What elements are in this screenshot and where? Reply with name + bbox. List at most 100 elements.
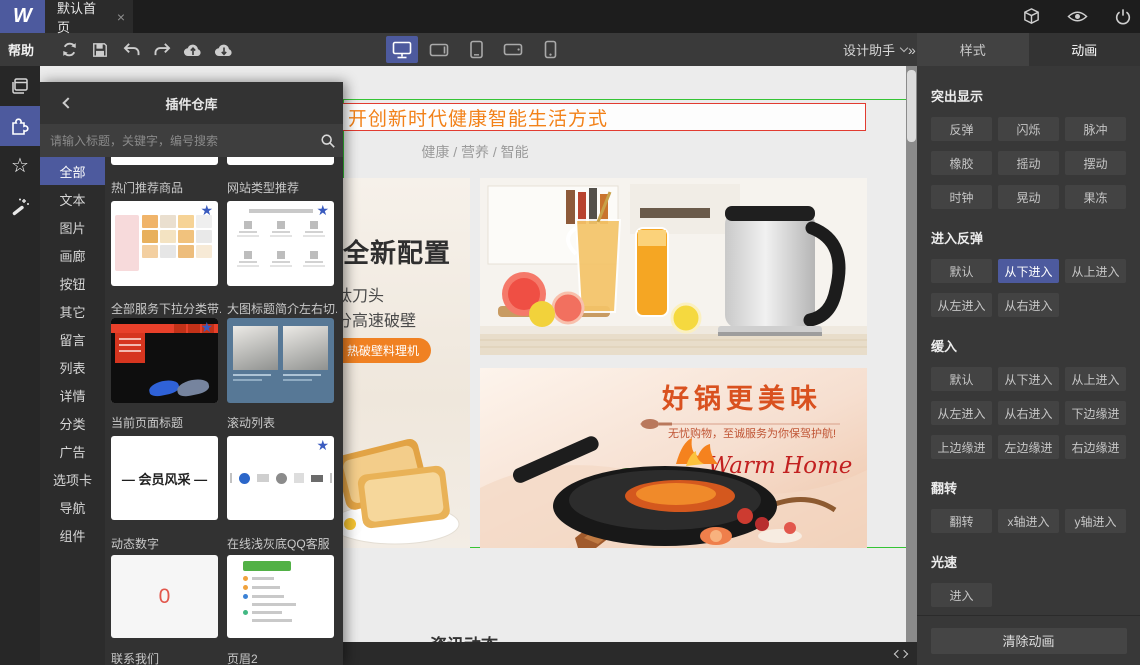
- sidebar-item-pages[interactable]: [0, 66, 40, 106]
- anim-button[interactable]: 脉冲: [1065, 117, 1126, 141]
- app-logo[interactable]: W: [0, 0, 45, 33]
- plugin-card-scroll-list[interactable]: ★: [227, 436, 334, 520]
- plugin-panel-header: 插件仓库: [40, 82, 343, 124]
- category-ad[interactable]: 广告: [40, 437, 105, 465]
- category-gallery[interactable]: 画廊: [40, 241, 105, 269]
- cloud-upload-icon[interactable]: [182, 39, 204, 61]
- anim-button[interactable]: 果冻: [1065, 185, 1126, 209]
- anim-button[interactable]: 从左进入: [931, 293, 992, 317]
- plugin-card-services-dropdown[interactable]: ★: [111, 318, 218, 403]
- anim-button[interactable]: 摇动: [998, 151, 1059, 175]
- anim-button[interactable]: 反弹: [931, 117, 992, 141]
- anim-button[interactable]: 摆动: [1065, 151, 1126, 175]
- category-nav[interactable]: 导航: [40, 493, 105, 521]
- anim-button[interactable]: 右边缘进: [1065, 435, 1126, 459]
- page-tab-title: 默认首页: [57, 0, 97, 35]
- product-banner[interactable]: 全新配置 钛刀头 分高速破壁 热破壁料理机: [343, 178, 470, 548]
- sidebar-item-favorites[interactable]: ☆: [0, 146, 40, 186]
- plugin-card-site-types[interactable]: ★: [227, 201, 334, 286]
- refresh-icon[interactable]: [58, 39, 80, 61]
- components-cube-icon[interactable]: [1022, 7, 1041, 26]
- category-button[interactable]: 按钮: [40, 269, 105, 297]
- plugin-grid: 热门推荐商品 ★ 网站类型推荐 ★ 全部服务下拉分类带... ★ 大图标题简介左…: [105, 157, 343, 665]
- category-tabs[interactable]: 选项卡: [40, 465, 105, 493]
- plugin-card-partial[interactable]: [227, 157, 334, 165]
- sidebar-item-plugins[interactable]: [0, 106, 40, 146]
- category-component[interactable]: 组件: [40, 521, 105, 549]
- tab-style[interactable]: 样式: [917, 33, 1029, 66]
- canvas-subtitle[interactable]: 健康 / 营养 / 智能: [385, 142, 565, 162]
- page-tab[interactable]: 默认首页 ×: [45, 0, 133, 35]
- banner-headline: 全新配置: [343, 238, 452, 268]
- undo-icon[interactable]: [120, 39, 142, 61]
- clear-animation-button[interactable]: 清除动画: [930, 627, 1127, 654]
- anim-button[interactable]: 晃动: [998, 185, 1059, 209]
- category-detail[interactable]: 详情: [40, 381, 105, 409]
- anim-button[interactable]: 从下进入: [998, 367, 1059, 391]
- plugin-category-list: 全部 文本 图片 画廊 按钮 其它 留言 列表 详情 分类 广告 选项卡 导航 …: [40, 157, 105, 665]
- sidebar-item-design-tools[interactable]: [0, 186, 40, 226]
- plugin-card-hot-products[interactable]: ★: [111, 201, 218, 286]
- anim-button[interactable]: 下边缘进: [1065, 401, 1126, 425]
- plugin-card-page-title[interactable]: — 会员风采 —: [111, 436, 218, 520]
- anim-button[interactable]: 橡胶: [931, 151, 992, 175]
- anim-button[interactable]: 时钟: [931, 185, 992, 209]
- category-list[interactable]: 列表: [40, 353, 105, 381]
- search-icon[interactable]: [313, 126, 343, 156]
- anim-button[interactable]: 上边缘进: [931, 435, 992, 459]
- anim-button[interactable]: 从左进入: [931, 401, 992, 425]
- plugin-card-big-image-intro[interactable]: [227, 318, 334, 403]
- canvas-title-text: 开创新时代健康智能生活方式: [348, 108, 609, 130]
- section-title: 缓入: [931, 339, 958, 354]
- anim-button[interactable]: 从上进入: [1065, 259, 1126, 283]
- device-phone-portrait-button[interactable]: [534, 36, 566, 63]
- device-phone-landscape-button[interactable]: [497, 36, 529, 63]
- device-tablet-portrait-button[interactable]: [460, 36, 492, 63]
- anim-button[interactable]: 翻转: [931, 509, 992, 533]
- device-tablet-landscape-button[interactable]: [423, 36, 455, 63]
- plugin-card-partial[interactable]: [111, 157, 218, 165]
- anim-button[interactable]: x轴进入: [998, 509, 1059, 533]
- anim-button[interactable]: 左边缘进: [998, 435, 1059, 459]
- category-text[interactable]: 文本: [40, 185, 105, 213]
- anim-button[interactable]: 从右进入: [998, 293, 1059, 317]
- category-classify[interactable]: 分类: [40, 409, 105, 437]
- anim-button[interactable]: 从上进入: [1065, 367, 1126, 391]
- canvas-scrollbar-thumb[interactable]: [907, 70, 916, 142]
- category-message[interactable]: 留言: [40, 325, 105, 353]
- plugin-label: 联系我们: [111, 652, 160, 665]
- banner-line2: 分高速破壁: [343, 313, 417, 330]
- anim-button[interactable]: 进入: [931, 583, 992, 607]
- save-icon[interactable]: [89, 39, 111, 61]
- favorite-star-icon: ★: [316, 437, 329, 453]
- kettle-photo[interactable]: [480, 178, 867, 355]
- expand-panel-button[interactable]: »: [908, 33, 916, 66]
- anim-button[interactable]: y轴进入: [1065, 509, 1126, 533]
- preview-eye-icon[interactable]: [1067, 9, 1088, 24]
- plugin-card-dynamic-number[interactable]: 0: [111, 555, 218, 638]
- anim-button[interactable]: 从右进入: [998, 401, 1059, 425]
- anim-button-selected[interactable]: 从下进入: [998, 259, 1059, 283]
- category-other[interactable]: 其它: [40, 297, 105, 325]
- power-icon[interactable]: [1114, 8, 1132, 26]
- wok-photo[interactable]: 好锅更美味 无忧购物，至诚服务为你保驾护航! Warm Home: [480, 368, 867, 548]
- cloud-download-icon[interactable]: [213, 39, 235, 61]
- design-assistant-dropdown[interactable]: 设计助手: [843, 33, 909, 66]
- back-chevron-icon[interactable]: [58, 93, 78, 113]
- canvas-title-element[interactable]: 开创新时代健康智能生活方式: [341, 103, 866, 131]
- search-input[interactable]: [40, 133, 313, 148]
- redo-icon[interactable]: [151, 39, 173, 61]
- canvas-scrollbar[interactable]: [906, 66, 917, 642]
- anim-button[interactable]: 闪烁: [998, 117, 1059, 141]
- help-button[interactable]: 帮助: [8, 33, 34, 66]
- anim-button[interactable]: 默认: [931, 259, 992, 283]
- anim-button[interactable]: 默认: [931, 367, 992, 391]
- code-view-icon[interactable]: [893, 649, 909, 658]
- category-image[interactable]: 图片: [40, 213, 105, 241]
- device-desktop-button[interactable]: [386, 36, 418, 63]
- plugin-card-qq-service[interactable]: [227, 555, 334, 638]
- magic-wand-icon: [10, 196, 30, 216]
- tab-close-icon[interactable]: ×: [117, 9, 125, 25]
- tab-animation[interactable]: 动画: [1028, 33, 1140, 66]
- category-all[interactable]: 全部: [40, 157, 105, 185]
